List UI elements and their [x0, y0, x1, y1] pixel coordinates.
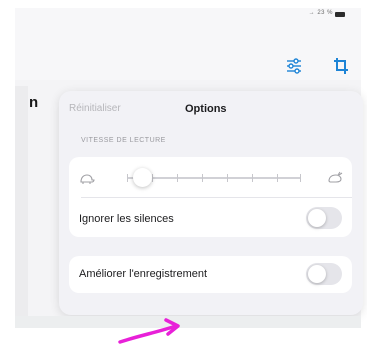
slider-tick	[152, 174, 153, 182]
toggle-knob	[308, 265, 326, 283]
background-panel	[15, 86, 28, 328]
slider-tick	[227, 174, 228, 182]
rabbit-icon	[327, 171, 344, 184]
speed-slider[interactable]	[127, 174, 301, 182]
options-popover: Réinitialiser Options VITESSE DE LECTURE	[59, 91, 363, 315]
sliders-icon[interactable]	[284, 56, 304, 76]
slider-tick	[177, 174, 178, 182]
skip-silence-toggle[interactable]	[306, 207, 342, 229]
turtle-icon	[79, 172, 95, 184]
speed-card: Ignorer les silences	[69, 157, 352, 237]
background-title-fragment: n	[29, 94, 39, 111]
app-window: → 23 % n Réinitialiser Options VITESSE D…	[15, 8, 363, 328]
reset-button[interactable]: Réinitialiser	[69, 103, 121, 114]
top-bar: → 23 %	[15, 8, 361, 80]
battery-icon	[335, 12, 345, 17]
annotation-arrow-icon	[118, 314, 188, 344]
enhance-recording-toggle[interactable]	[306, 263, 342, 285]
bottom-bar	[15, 316, 361, 328]
slider-tick	[252, 174, 253, 182]
row-divider	[81, 197, 352, 198]
skip-silence-label: Ignorer les silences	[79, 213, 174, 225]
slider-tick	[202, 174, 203, 182]
toggle-knob	[308, 209, 326, 227]
enhance-card: Améliorer l'enregistrement	[69, 256, 352, 293]
speed-slider-thumb[interactable]	[133, 168, 152, 187]
slider-tick	[300, 174, 301, 182]
crop-icon[interactable]	[332, 56, 350, 76]
slider-tick	[277, 174, 278, 182]
battery-status: → 23 %	[308, 10, 333, 16]
playback-speed-label: VITESSE DE LECTURE	[81, 137, 166, 144]
popover-title: Options	[185, 103, 227, 115]
enhance-recording-label: Améliorer l'enregistrement	[79, 268, 208, 280]
slider-tick	[127, 174, 128, 182]
